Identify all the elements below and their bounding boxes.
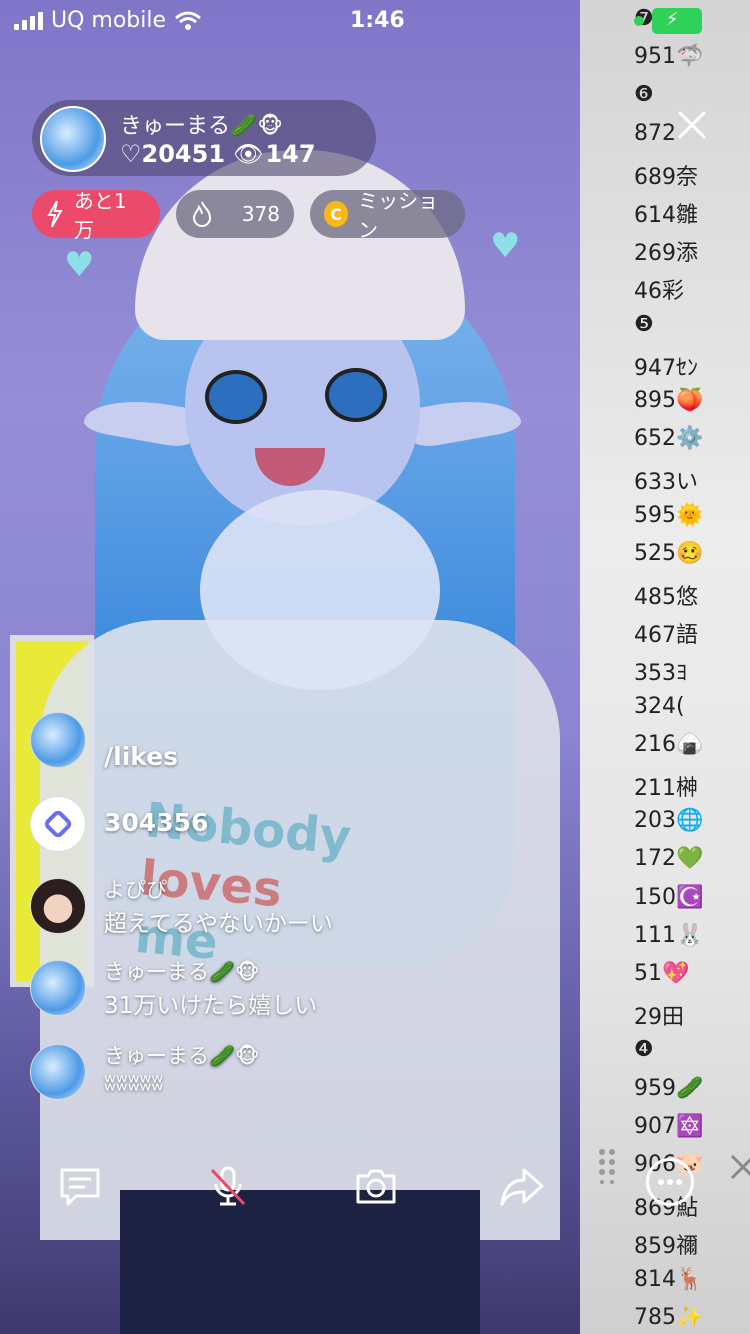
- ranking-row: 203🌐: [634, 808, 704, 834]
- comment-icon[interactable]: [56, 1162, 104, 1210]
- host-info-pill[interactable]: きゅーまる🥒🐵 ♡20451 👁 147: [32, 100, 376, 176]
- ranking-row: 525🥴: [634, 540, 704, 566]
- ranking-row: 814🦌: [634, 1266, 704, 1292]
- avatar-hands: [200, 490, 440, 690]
- ranking-row: 595🌞: [634, 502, 704, 528]
- mission-chip[interactable]: C ミッション: [310, 189, 465, 242]
- ranking-row: 959🥒: [634, 1075, 704, 1101]
- drag-handle-icon[interactable]: [598, 1148, 618, 1184]
- ranking-row: 652⚙️: [634, 426, 704, 452]
- wifi-icon: [175, 11, 201, 30]
- ranking-row: 947ｾﾝ: [634, 355, 698, 381]
- ranking-row: 29田: [634, 1005, 684, 1031]
- viewer-count: 147: [265, 140, 316, 168]
- ranking-row: 324(: [634, 693, 685, 719]
- ranking-row: 859禰: [634, 1234, 698, 1260]
- host-avatar[interactable]: [40, 106, 106, 172]
- comment-text: /likes: [104, 742, 179, 771]
- camera-icon[interactable]: [352, 1162, 400, 1210]
- ranking-row: 485悠: [634, 585, 698, 610]
- eye-icon: 👁: [233, 140, 264, 168]
- comment-avatar: [30, 878, 86, 934]
- ranking-row: 785✨: [634, 1304, 704, 1330]
- comment-avatar: [30, 1044, 86, 1100]
- ranking-row: 216🍙: [634, 731, 704, 757]
- host-likes: ♡20451: [120, 140, 226, 168]
- comment-item[interactable]: きゅーまる🥒🐵 ʬʬʬʬʬ: [30, 1044, 430, 1104]
- comment-item[interactable]: 304356: [30, 796, 430, 856]
- mission-label: ミッション: [358, 189, 439, 242]
- ranking-row: 269添: [634, 241, 698, 267]
- ranking-row: 211榊: [634, 776, 698, 801]
- close-icon[interactable]: [675, 108, 709, 142]
- more-icon[interactable]: [646, 1158, 694, 1206]
- ranking-row: 172💚: [634, 846, 704, 872]
- floating-heart-icon: ♥: [64, 245, 95, 285]
- comment-item[interactable]: きゅーまる🥒🐵 31万いけたら嬉しい: [30, 960, 430, 1020]
- comment-item[interactable]: よぴぴ 超えてるやないかーい: [30, 878, 430, 938]
- comment-text: ʬʬʬʬʬ: [104, 1070, 164, 1096]
- online-dot: [634, 16, 644, 26]
- ranking-row: 150☪️: [634, 884, 704, 910]
- carrier-name: UQ mobile: [51, 8, 167, 33]
- goal-chip[interactable]: あと1万: [32, 189, 160, 242]
- close-icon[interactable]: [728, 1152, 750, 1182]
- ranking-row: ❹: [634, 1037, 654, 1063]
- bolt-icon: [47, 200, 63, 228]
- comment-text: 超えてるやないかーい: [104, 911, 333, 937]
- ranking-row: 689奈: [634, 164, 698, 190]
- ranking-row: 353ﾖ: [634, 661, 687, 687]
- avatar-eye: [205, 370, 267, 424]
- fire-chip[interactable]: 378: [176, 190, 294, 238]
- ranking-row: 895🍑: [634, 388, 704, 413]
- comment-avatar: [30, 712, 86, 768]
- panel-status: ⚡: [634, 8, 702, 34]
- comment-author: きゅーまる🥒🐵: [104, 1044, 260, 1068]
- app-logo-avatar: [30, 796, 86, 852]
- battery-icon: ⚡: [652, 8, 702, 34]
- host-name: きゅーまる🥒🐵: [120, 114, 283, 139]
- clock: 1:46: [350, 8, 405, 33]
- ranking-row: 51💖: [634, 961, 690, 986]
- fire-icon: [192, 201, 212, 227]
- floating-heart-icon: ♥: [490, 226, 521, 266]
- comment-avatar: [30, 960, 86, 1016]
- ranking-row: ❺: [634, 311, 654, 337]
- ranking-row: 951🦈: [634, 44, 704, 70]
- ranking-row: 467語: [634, 623, 698, 649]
- comment-text: 304356: [104, 808, 209, 837]
- ranking-panel: ❼ 951🦈 ❻ 872 689奈 614雛 269添 46彩 ❺ 947ｾﾝ 895🍑 652⚙️ 6…: [580, 0, 750, 1334]
- comment-author: よぴぴ: [104, 878, 167, 902]
- ranking-row: 872: [634, 120, 676, 146]
- avatar-cap: [135, 150, 465, 340]
- comment-text: 31万いけたら嬉しい: [104, 993, 318, 1019]
- comment-item[interactable]: /likes: [30, 712, 430, 772]
- fire-count: 378: [241, 202, 280, 226]
- status-bar: UQ mobile 1:46: [0, 0, 580, 40]
- signal-icon: [14, 11, 43, 30]
- comment-author: きゅーまる🥒🐵: [104, 960, 260, 984]
- ranking-row: ❻: [634, 82, 654, 108]
- goal-label: あと1万: [73, 189, 127, 242]
- ranking-row: 614雛: [634, 203, 698, 228]
- avatar-skirt: [120, 1190, 480, 1334]
- avatar-eye: [325, 368, 387, 422]
- ranking-row: 111🐰: [634, 922, 704, 948]
- ranking-row: 633い: [634, 470, 698, 496]
- mic-muted-icon[interactable]: [204, 1162, 252, 1210]
- coin-icon: C: [324, 201, 349, 227]
- ranking-row: 907🔯: [634, 1113, 704, 1139]
- ranking-row: 46彩: [634, 279, 684, 305]
- share-icon[interactable]: [498, 1162, 546, 1210]
